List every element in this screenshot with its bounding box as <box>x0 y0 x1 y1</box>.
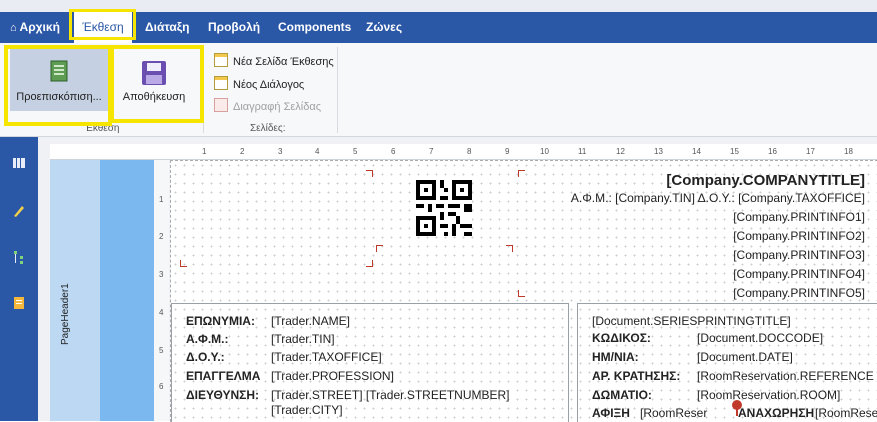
highlight-preview-button <box>4 45 112 126</box>
highlight-report-tab <box>69 9 136 40</box>
document-value-field[interactable]: [Document.DATE] <box>697 350 793 364</box>
ruler-tick: 2 <box>159 232 164 241</box>
ruler-tick: 16 <box>768 147 777 156</box>
document-series-field[interactable]: [Document.SERIESPRINTINGTITLE] <box>592 314 791 328</box>
report-icon[interactable] <box>11 295 27 311</box>
ruler-tick: 13 <box>654 147 663 156</box>
delete-page-icon <box>214 98 228 112</box>
qr-code-image[interactable] <box>416 180 472 236</box>
trader-value-field[interactable]: [Trader.TIN] <box>271 332 335 346</box>
delete-page-button[interactable]: Διαγραφή Σελίδας <box>214 98 321 113</box>
trader-label: ΔΙΕΥΘΥΝΣΗ: <box>186 388 260 402</box>
corner-marker <box>376 245 383 252</box>
trader-value-field[interactable]: [Trader.PROFESSION] <box>271 369 394 383</box>
menu-view[interactable]: Προβολή <box>208 12 260 43</box>
document-label: ΚΩΔΙΚΟΣ: <box>592 331 651 345</box>
band-header-strip-inner <box>100 160 154 421</box>
document-label: ΗΜ/ΝΙΑ: <box>592 350 639 364</box>
menu-layout[interactable]: Διάταξη <box>145 12 189 43</box>
document-label: ΔΩΜΑΤΙΟ: <box>592 388 652 402</box>
new-report-page-button[interactable]: Νέα Σελίδα Έκθεσης <box>214 53 334 68</box>
home-icon: ⌂ <box>10 22 17 34</box>
menu-home[interactable]: ⌂ Αρχική <box>10 12 60 43</box>
trader-label: Δ.Ο.Υ.: <box>186 350 225 364</box>
highlight-save-button <box>110 45 204 123</box>
corner-marker <box>506 245 513 252</box>
ribbon-separator-2 <box>337 47 338 133</box>
ruler-tick: 10 <box>540 147 549 156</box>
trader-label: ΕΠΩΝΥΜΙΑ: <box>186 314 255 328</box>
document-label: ΑΡ. ΚΡΑΤΗΣΗΣ: <box>592 369 681 383</box>
trader-value-field[interactable]: [Trader.STREET] [Trader.STREETNUMBER] <box>271 388 510 402</box>
company-info-field[interactable]: [Company.PRINTINFO1] <box>733 210 865 224</box>
ruler-tick: 5 <box>353 147 358 156</box>
ruler-tick: 3 <box>159 270 164 279</box>
corner-marker <box>180 260 187 267</box>
ruler-tick: 15 <box>730 147 739 156</box>
ruler-tick: 14 <box>692 147 701 156</box>
ruler-tick: 4 <box>315 147 320 156</box>
company-info-field[interactable]: [Company.PRINTINFO5] <box>733 286 865 300</box>
new-dialog-icon <box>214 76 228 90</box>
ruler-tick: 8 <box>467 147 472 156</box>
trader-value-field[interactable]: [Trader.TAXOFFICE] <box>271 350 382 364</box>
corner-marker <box>366 170 373 177</box>
left-toolbar <box>0 137 38 421</box>
ruler-tick: 6 <box>159 382 164 391</box>
ruler-tick: 5 <box>159 346 164 355</box>
trader-label: Α.Φ.Μ.: <box>186 332 229 346</box>
corner-marker <box>518 290 525 297</box>
ruler-tick: 2 <box>240 147 245 156</box>
company-info-field[interactable]: [Company.PRINTINFO3] <box>733 248 865 262</box>
ruler-tick: 3 <box>278 147 283 156</box>
ruler-tick: 1 <box>202 147 207 156</box>
ruler-tick: 6 <box>391 147 396 156</box>
document-value-field[interactable]: [RoomReservation.REFERENCE <box>697 369 874 383</box>
ruler-tick: 17 <box>806 147 815 156</box>
company-tax-field[interactable]: Α.Φ.Μ.: [Company.TIN] Δ.Ο.Υ.: [Company.T… <box>571 191 865 205</box>
map-pin-icon <box>732 400 742 416</box>
document-value-field[interactable]: [RoomReservation.ROOM] <box>697 388 840 402</box>
menu-zones[interactable]: Ζώνες <box>366 12 402 43</box>
menu-components[interactable]: Components <box>278 12 351 43</box>
group-label-pages: Σελίδες: <box>250 123 286 134</box>
left-ruler: 1 2 3 4 5 6 <box>154 160 169 421</box>
band-label: PageHeader1 <box>60 283 71 345</box>
departure-value-field[interactable]: [RoomReser <box>815 406 877 420</box>
departure-label: ΑΝΑΧΩΡΗΣΗ <box>738 406 815 420</box>
trader-city-field[interactable]: [Trader.CITY] <box>271 403 343 417</box>
top-ruler: 1 2 3 4 5 6 7 8 9 10 11 12 13 14 15 16 1… <box>50 144 877 160</box>
new-page-icon <box>214 53 228 67</box>
tree-icon[interactable] <box>11 249 27 265</box>
ruler-tick: 12 <box>616 147 625 156</box>
trader-value-field[interactable]: [Trader.NAME] <box>271 314 350 328</box>
new-dialog-button[interactable]: Νέος Διάλογος <box>214 76 304 91</box>
ruler-tick: 11 <box>578 147 587 156</box>
arrival-value-field[interactable]: [RoomReser <box>640 406 707 420</box>
document-value-field[interactable]: [Document.DOCCODE] <box>697 331 823 345</box>
columns-icon[interactable] <box>11 155 27 171</box>
corner-marker <box>518 170 525 177</box>
company-title-field[interactable]: [Company.COMPANYTITLE] <box>666 172 865 189</box>
trader-label: ΕΠΑΓΓΕΛΜΑ <box>186 369 261 383</box>
ruler-tick: 4 <box>159 308 164 317</box>
ruler-tick: 1 <box>159 195 164 204</box>
corner-marker <box>366 260 373 267</box>
arrival-label: ΑΦΙΞΗ <box>592 406 630 420</box>
company-info-field[interactable]: [Company.PRINTINFO2] <box>733 229 865 243</box>
ruler-tick: 18 <box>844 147 853 156</box>
ruler-tick: 9 <box>505 147 510 156</box>
pen-icon[interactable] <box>11 203 27 219</box>
company-info-field[interactable]: [Company.PRINTINFO4] <box>733 267 865 281</box>
ruler-tick: 7 <box>429 147 434 156</box>
